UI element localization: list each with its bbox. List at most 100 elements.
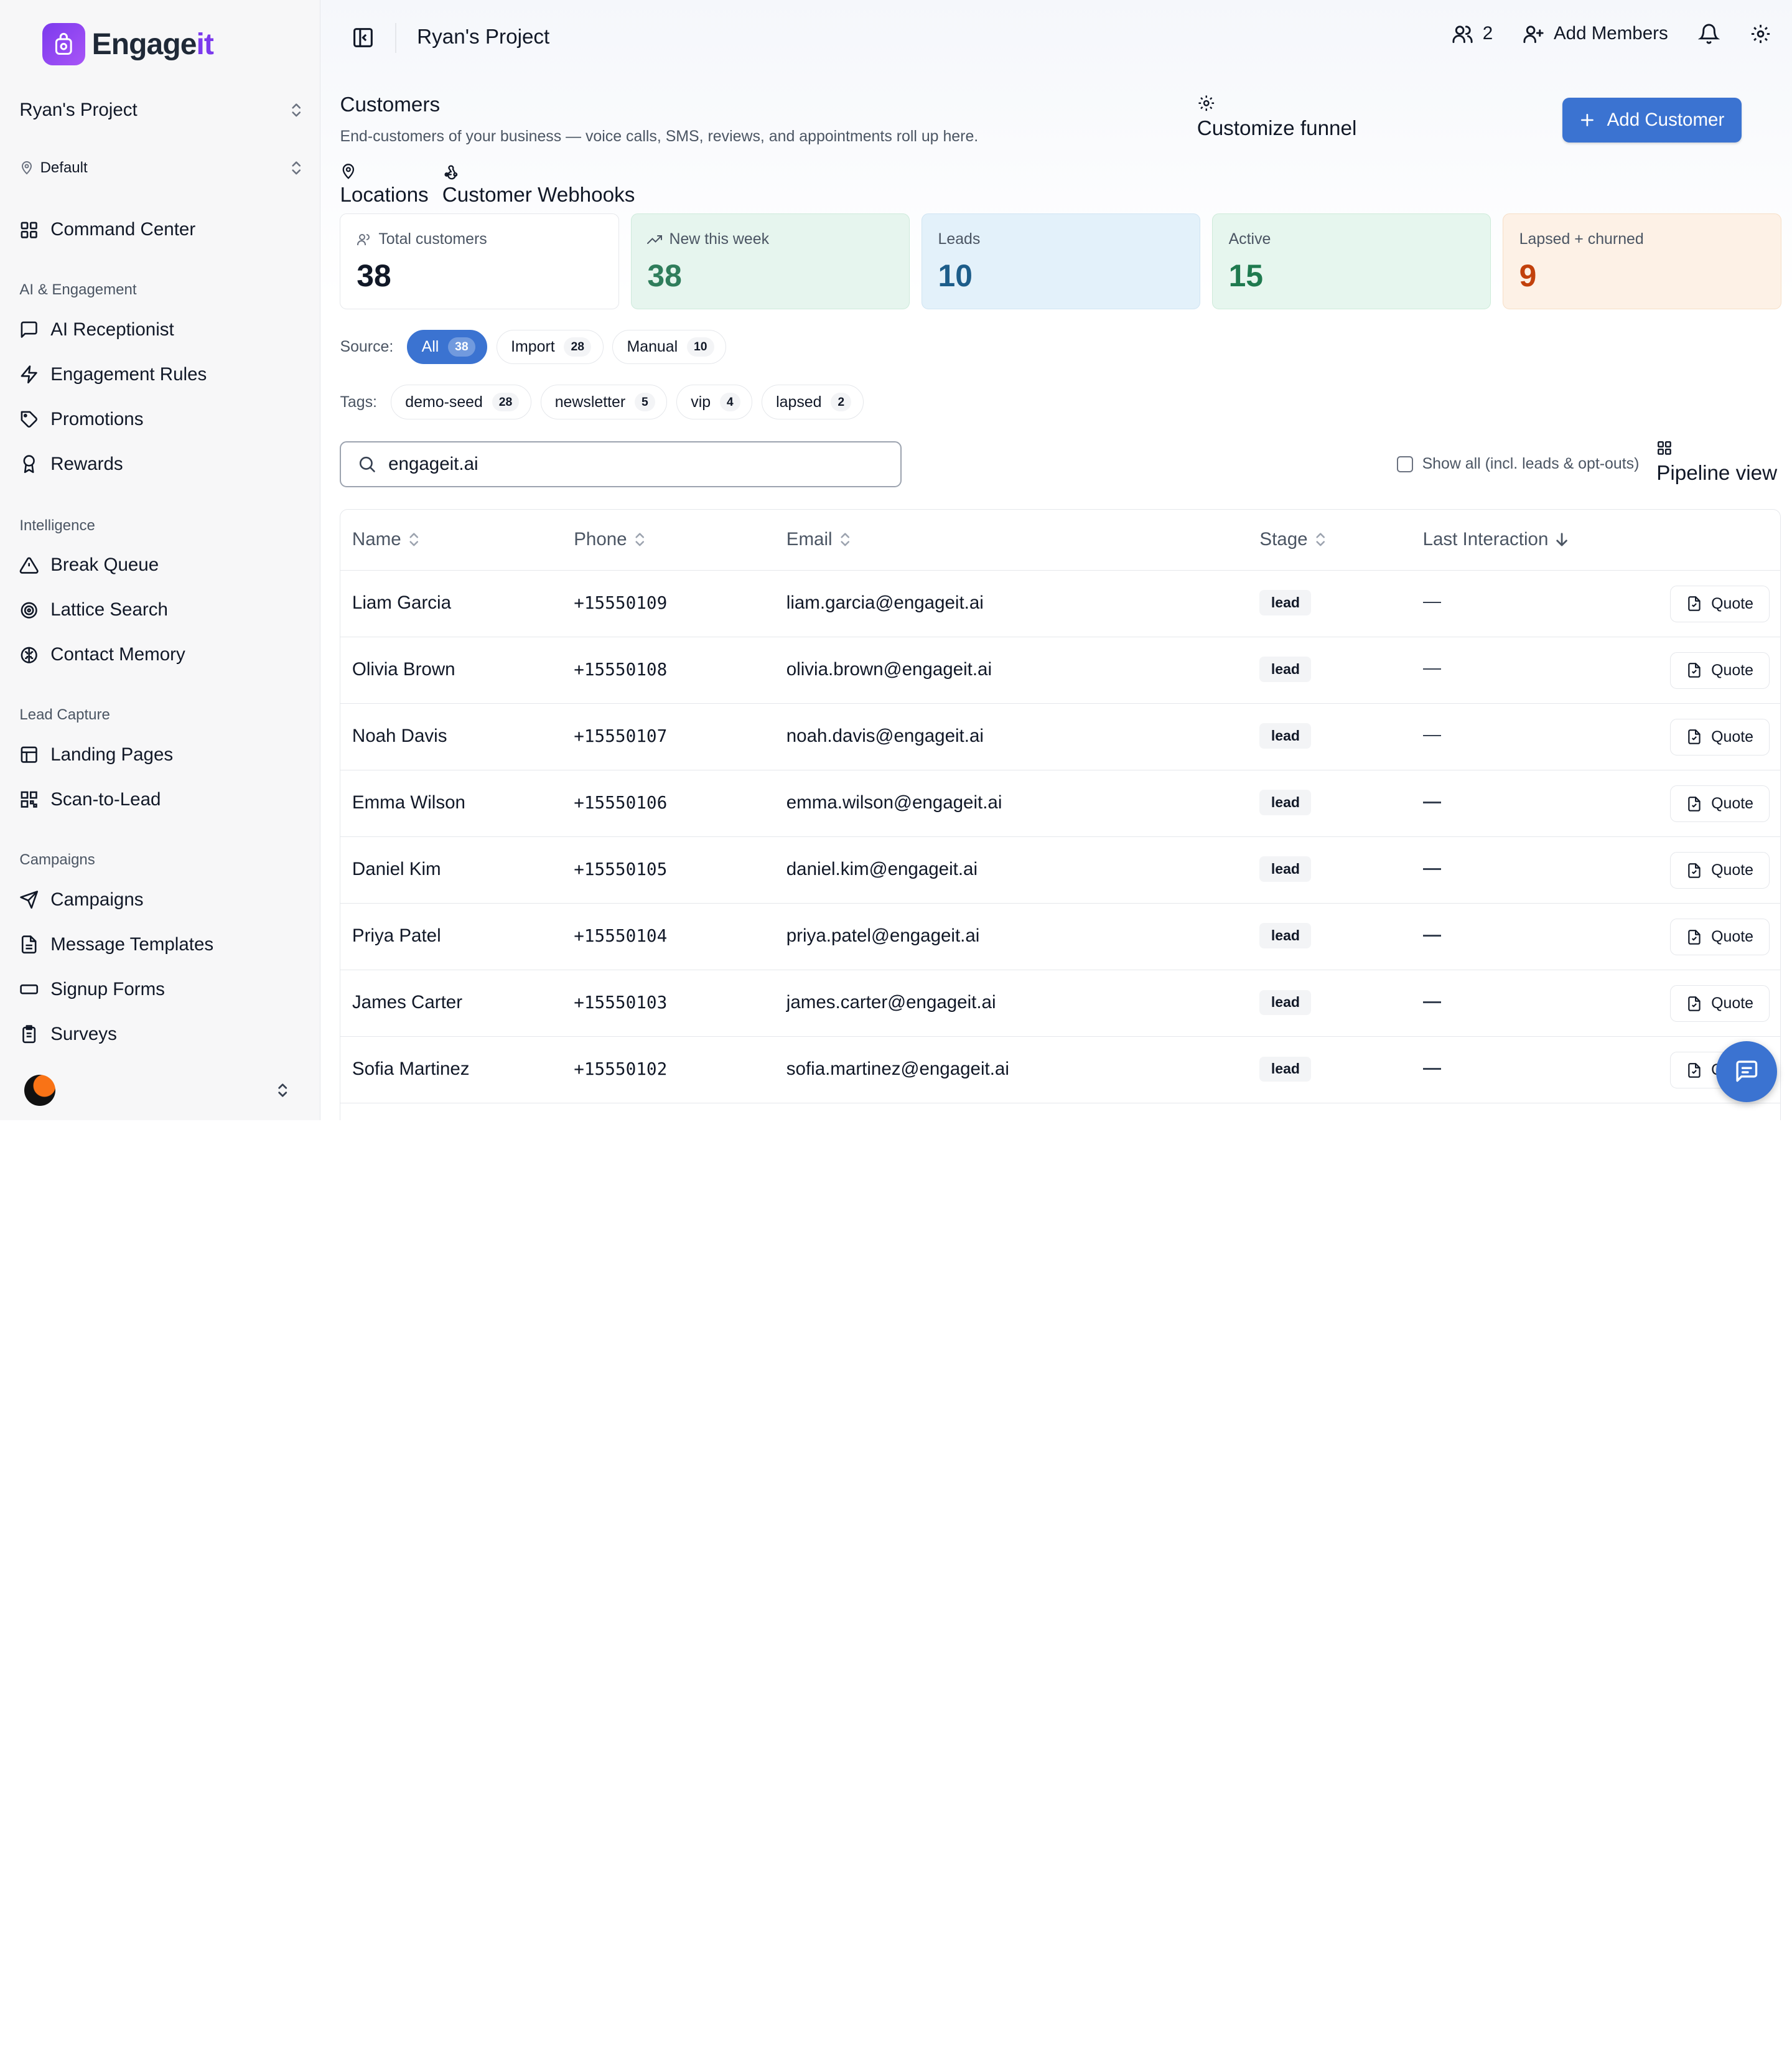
top-bar: Ryan's Project 2 Add Members — [320, 0, 1792, 76]
stat-card-active: Active 15 — [1211, 213, 1491, 309]
quote-button[interactable]: Quote — [1669, 585, 1770, 622]
add-members-button[interactable]: Add Members — [1523, 23, 1668, 45]
chat-button[interactable] — [1716, 1041, 1778, 1102]
cell-phone: +15550107 — [574, 725, 668, 746]
stat-card-leads: Leads 10 — [921, 213, 1201, 309]
sidebar-item-signup-forms[interactable]: Signup Forms — [19, 975, 165, 1004]
quote-button[interactable]: Quote — [1669, 985, 1770, 1022]
sidebar-item-scan-to-lead[interactable]: Scan-to-Lead — [19, 785, 161, 815]
tag-icon — [21, 411, 38, 428]
source-chip-all[interactable]: All 38 — [407, 329, 488, 365]
pipeline-view-button[interactable]: Pipeline view — [1656, 440, 1777, 485]
show-all-toggle[interactable]: Show all (incl. leads & opt-outs) — [1396, 455, 1639, 473]
cell-email: james.carter@engageit.ai — [786, 992, 996, 1013]
source-chip-import[interactable]: Import 28 — [496, 329, 604, 365]
search-input[interactable]: engageit.ai — [340, 441, 902, 487]
chip-label: lapsed — [776, 393, 822, 411]
tag-chip-lapsed[interactable]: lapsed 2 — [761, 385, 864, 419]
sidebar-section-title: Campaigns — [19, 851, 95, 869]
stage-badge: lead — [1259, 1056, 1312, 1082]
chevron-updown-icon — [292, 103, 301, 117]
table-row[interactable]: Priya Patel +15550104 priya.patel@engage… — [340, 904, 1780, 971]
page-subtitle: End-customers of your business — voice c… — [340, 127, 979, 145]
column-header-phone[interactable]: Phone — [574, 529, 645, 550]
sidebar-item-promotions[interactable]: Promotions — [19, 405, 143, 434]
top-bar-actions: 2 Add Members — [1452, 23, 1771, 45]
quote-button[interactable]: Quote — [1669, 652, 1770, 689]
chip-count: 38 — [448, 337, 475, 357]
table-row[interactable]: Emma Wilson +15550106 emma.wilson@engage… — [340, 770, 1780, 838]
cell-phone: +15550103 — [574, 992, 668, 1013]
sidebar-item-rewards[interactable]: Rewards — [19, 449, 123, 479]
sidebar-item-message-templates[interactable]: Message Templates — [19, 930, 213, 960]
logo-text: Engageit — [91, 27, 214, 61]
stage-badge: lead — [1259, 590, 1312, 615]
customize-funnel-button[interactable]: Customize funnel — [1197, 94, 1356, 141]
user-menu[interactable] — [24, 1074, 289, 1107]
quote-button[interactable]: Quote — [1669, 852, 1770, 889]
alert-triangle-icon — [20, 557, 39, 574]
grid-icon — [1658, 441, 1672, 455]
add-customer-button[interactable]: Add Customer — [1562, 97, 1742, 143]
column-header-last-interaction[interactable]: Last Interaction — [1423, 529, 1569, 550]
sidebar-item-surveys[interactable]: Surveys — [19, 1019, 117, 1049]
column-header-email[interactable]: Email — [786, 529, 851, 550]
chevron-updown-icon — [292, 161, 301, 175]
table-row[interactable]: Liam Garcia +15550109 liam.garcia@engage… — [340, 571, 1780, 637]
sidebar-item-contact-memory[interactable]: Contact Memory — [19, 640, 185, 670]
quote-button[interactable]: Quote — [1669, 785, 1770, 823]
sidebar-item-landing-pages[interactable]: Landing Pages — [19, 740, 173, 770]
last-interaction-empty — [1422, 801, 1442, 803]
main-content: Ryan's Project 2 Add Members Customers E… — [320, 0, 1792, 1121]
sidebar-item-lattice-search[interactable]: Lattice Search — [19, 595, 168, 625]
sidebar-item-engagement-rules[interactable]: Engagement Rules — [19, 360, 207, 390]
table-row[interactable]: Sofia Martinez +15550102 sofia.martinez@… — [340, 1037, 1780, 1104]
cell-phone: +15550108 — [574, 658, 668, 680]
sidebar-section-title: Lead Capture — [19, 706, 110, 724]
settings-icon[interactable] — [1750, 23, 1771, 45]
file-icon — [1687, 1062, 1701, 1078]
location-selector-label: Default — [40, 159, 88, 176]
table-row[interactable]: Noah Davis +15550107 noah.davis@engageit… — [340, 704, 1780, 770]
file-icon — [1687, 996, 1701, 1011]
tag-chip-vip[interactable]: vip 4 — [676, 385, 753, 419]
cell-name: Emma Wilson — [352, 792, 465, 813]
stat-value: 9 — [1519, 258, 1537, 293]
sidebar-item-label: Surveys — [50, 1023, 117, 1044]
tag-chip-demo-seed[interactable]: demo-seed 28 — [391, 385, 531, 419]
chip-label: All — [421, 338, 439, 356]
table-row[interactable]: Daniel Kim +15550105 daniel.kim@engageit… — [340, 837, 1780, 904]
cell-phone: +15550102 — [574, 1059, 668, 1080]
table-row[interactable]: Olivia Brown +15550108 olivia.brown@enga… — [340, 637, 1780, 704]
column-header-stage[interactable]: Stage — [1259, 529, 1326, 550]
locations-link[interactable]: Locations — [340, 163, 429, 207]
logo[interactable]: Engageit — [42, 22, 214, 66]
file-icon — [1687, 729, 1701, 745]
sidebar-item-break-queue[interactable]: Break Queue — [19, 550, 159, 580]
trending-up-icon — [647, 235, 663, 244]
chip-count: 28 — [492, 392, 520, 412]
members-count-button[interactable]: 2 — [1452, 23, 1493, 45]
bell-icon[interactable] — [1697, 23, 1720, 45]
last-interaction-empty — [1422, 934, 1442, 937]
tag-chip-newsletter[interactable]: newsletter 5 — [540, 385, 668, 419]
sidebar-item-campaigns[interactable]: Campaigns — [19, 885, 144, 915]
column-header-name[interactable]: Name — [352, 529, 419, 550]
search-input-value: engageit.ai — [388, 453, 478, 474]
sidebar-item-ai-receptionist[interactable]: AI Receptionist — [19, 315, 174, 345]
location-selector[interactable]: Default — [19, 155, 302, 180]
table-row[interactable]: James Carter +15550103 james.carter@enga… — [340, 970, 1780, 1037]
cell-phone: +15550109 — [574, 592, 668, 613]
map-pin-icon — [343, 164, 355, 179]
members-count: 2 — [1482, 23, 1493, 44]
sidebar-item-command-center[interactable]: Command Center — [19, 215, 195, 245]
search-icon — [360, 457, 376, 472]
quote-button[interactable]: Quote — [1669, 919, 1770, 956]
customer-webhooks-link[interactable]: Customer Webhooks — [442, 163, 635, 207]
source-chip-manual[interactable]: Manual 10 — [612, 329, 727, 365]
show-all-checkbox[interactable] — [1396, 456, 1413, 472]
project-selector[interactable]: Ryan's Project — [19, 96, 302, 124]
table-row[interactable] — [340, 1103, 1780, 1120]
sidebar-toggle-icon[interactable] — [352, 26, 375, 49]
quote-button[interactable]: Quote — [1669, 718, 1770, 756]
